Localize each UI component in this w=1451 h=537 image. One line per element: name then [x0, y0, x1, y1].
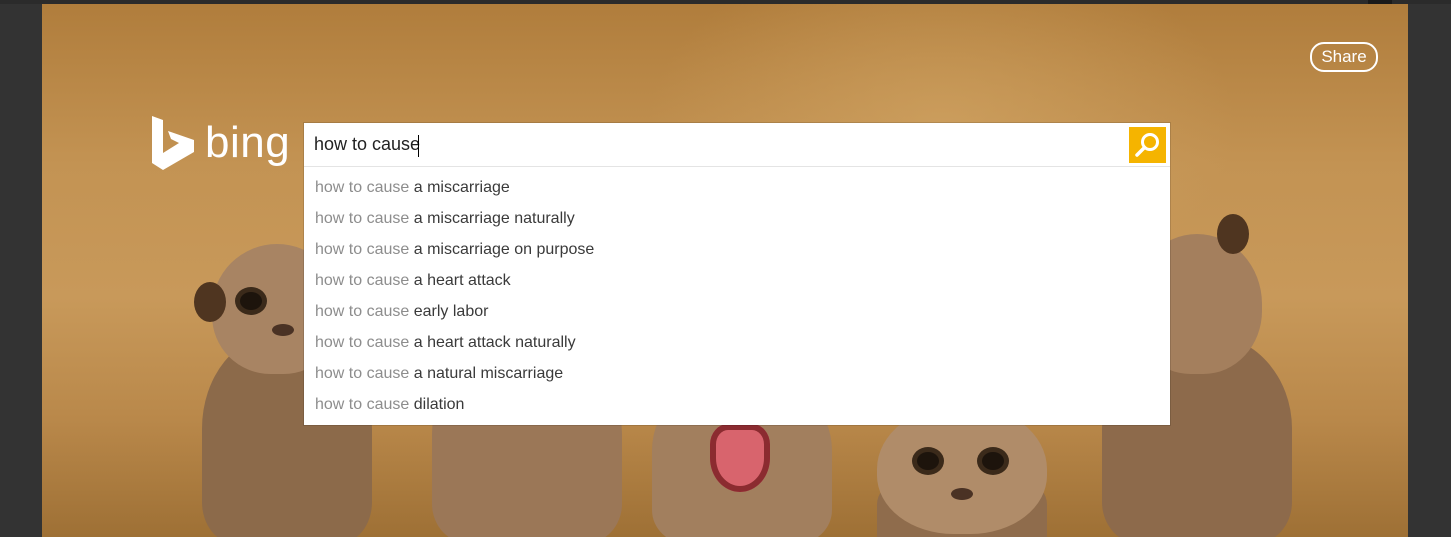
suggestion-prefix: how to cause: [315, 396, 410, 413]
suggestion-item[interactable]: how to cause dilation: [304, 389, 1170, 420]
suggestion-prefix: how to cause: [315, 303, 410, 320]
suggestion-prefix: how to cause: [315, 334, 410, 351]
suggestion-item[interactable]: how to cause early labor: [304, 296, 1170, 327]
text-caret: [418, 135, 419, 157]
suggestion-prefix: how to cause: [315, 179, 410, 196]
suggestion-prefix: how to cause: [315, 272, 410, 289]
suggestion-list: how to cause a miscarriage how to cause …: [304, 172, 1170, 420]
suggestion-completion: a heart attack naturally: [413, 334, 576, 351]
bing-logo[interactable]: bing: [152, 116, 292, 172]
suggestion-item[interactable]: how to cause a miscarriage: [304, 172, 1170, 203]
suggestion-prefix: how to cause: [315, 365, 410, 382]
suggestion-item[interactable]: how to cause a miscarriage on purpose: [304, 234, 1170, 265]
search-icon: [1135, 133, 1159, 157]
suggestion-completion: early labor: [413, 303, 489, 320]
suggestion-item[interactable]: how to cause a heart attack naturally: [304, 327, 1170, 358]
suggestion-completion: a miscarriage: [413, 179, 510, 196]
share-button[interactable]: Share: [1310, 42, 1378, 72]
suggestion-prefix: how to cause: [315, 241, 410, 258]
logo-wordmark: bing: [205, 118, 291, 167]
suggestion-item[interactable]: how to cause a natural miscarriage: [304, 358, 1170, 389]
suggestion-completion: a natural miscarriage: [413, 365, 564, 382]
suggestion-completion: dilation: [413, 396, 465, 413]
suggestion-completion: a heart attack: [413, 272, 511, 289]
suggestion-item[interactable]: how to cause a miscarriage naturally: [304, 203, 1170, 234]
suggestion-item[interactable]: how to cause a heart attack: [304, 265, 1170, 296]
search-button[interactable]: [1129, 127, 1166, 163]
background-photo: Share bing how to cause a miscarriage ho…: [42, 4, 1408, 537]
suggestion-prefix: how to cause: [315, 210, 410, 227]
search-box: how to cause a miscarriage how to cause …: [304, 123, 1170, 425]
suggestion-completion: a miscarriage naturally: [413, 210, 575, 227]
bing-b-icon: [152, 116, 194, 170]
search-input[interactable]: [304, 123, 1170, 167]
suggestion-completion: a miscarriage on purpose: [413, 241, 595, 258]
